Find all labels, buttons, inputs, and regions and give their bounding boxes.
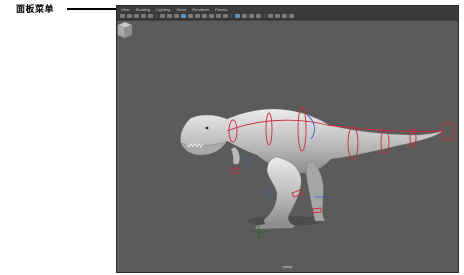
toolbar-separator [264, 14, 265, 18]
textured-icon[interactable] [195, 14, 200, 18]
ik-axis-x [266, 188, 272, 198]
menu-shading[interactable]: Shading [136, 6, 151, 13]
grid-icon[interactable] [148, 14, 153, 18]
trex-arm [230, 146, 240, 165]
toolbar-separator [231, 14, 232, 18]
trex-eye [205, 126, 209, 130]
panel-toolbar [117, 13, 458, 20]
isolate-select-icon[interactable] [235, 14, 240, 18]
image-plane-icon[interactable] [141, 14, 146, 18]
lights-icon[interactable] [202, 14, 207, 18]
xray-components-icon[interactable] [256, 14, 261, 18]
smooth-shade-icon[interactable] [188, 14, 193, 18]
trex-leg-front [263, 156, 302, 226]
camera-attributes-icon[interactable] [127, 14, 132, 18]
ambient-occlusion-icon[interactable] [216, 14, 221, 18]
shadows-icon[interactable] [209, 14, 214, 18]
color-management-icon[interactable] [282, 14, 287, 18]
antialiasing-icon[interactable] [223, 14, 228, 18]
wireframe-icon[interactable] [181, 14, 186, 18]
menu-renderer[interactable]: Renderer [192, 6, 209, 13]
panel-menu-callout: 面板菜单 [16, 5, 55, 15]
film-gate-icon[interactable] [160, 14, 165, 18]
maya-viewport-panel: View Shading Lighting Show Renderer Pane… [116, 5, 459, 273]
menu-panels[interactable]: Panels [215, 6, 227, 13]
select-camera-icon[interactable] [120, 14, 125, 18]
menu-lighting[interactable]: Lighting [156, 6, 170, 13]
control-hand [230, 167, 240, 175]
viewcube-icon[interactable] [117, 21, 133, 39]
camera-name-label: persp [282, 264, 293, 269]
xray-icon[interactable] [242, 14, 247, 18]
trex-leg-back [305, 160, 326, 222]
resolution-gate-icon[interactable] [167, 14, 172, 18]
exposure-icon[interactable] [268, 14, 273, 18]
panel-menu-bar: View Shading Lighting Show Renderer Pane… [117, 6, 458, 13]
toolbar-separator [156, 14, 157, 18]
ik-curve-arm [242, 156, 248, 168]
viewport-scene [180, 106, 455, 239]
xray-joints-icon[interactable] [249, 14, 254, 18]
control-tail-end [441, 121, 455, 141]
gamma-icon[interactable] [275, 14, 280, 18]
menu-show[interactable]: Show [176, 6, 186, 13]
3d-viewport[interactable]: persp [117, 21, 458, 272]
bookmark-icon[interactable] [134, 14, 139, 18]
gate-mask-icon[interactable] [174, 14, 179, 18]
view-transform-icon[interactable] [289, 14, 294, 18]
callout-leader-line [67, 8, 118, 10]
menu-view[interactable]: View [121, 6, 130, 13]
